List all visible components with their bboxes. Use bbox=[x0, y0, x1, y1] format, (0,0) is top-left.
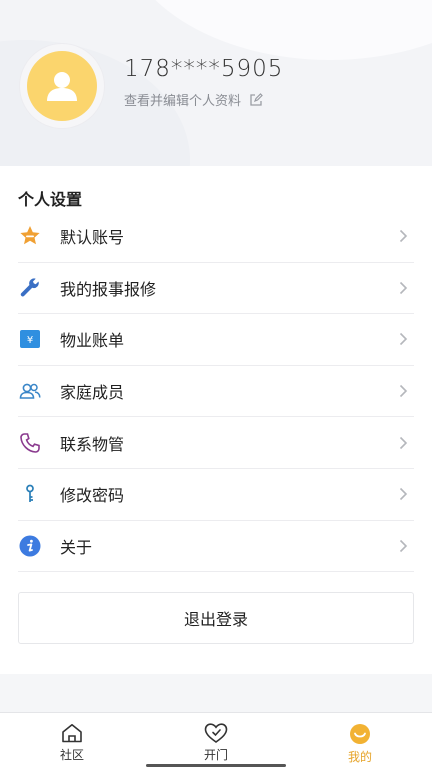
profile-header: 178****5905 查看并编辑个人资料 bbox=[0, 0, 432, 166]
menu-item-contact-management[interactable]: 联系物管 bbox=[18, 417, 414, 469]
menu-item-label: 默认账号 bbox=[60, 228, 125, 248]
chevron-right-icon bbox=[399, 436, 408, 449]
chevron-right-icon bbox=[399, 539, 408, 552]
menu-item-default-account[interactable]: 默认账号 bbox=[18, 211, 414, 263]
menu-item-about[interactable]: 关于 bbox=[18, 521, 414, 573]
svg-text:¥: ¥ bbox=[27, 335, 33, 346]
tab-open-door[interactable]: 开门 bbox=[144, 713, 288, 768]
profile-screen: 178****5905 查看并编辑个人资料 个人设置 默认账号 我的报事报修 ¥… bbox=[0, 0, 432, 768]
section-title: 个人设置 bbox=[18, 190, 83, 209]
menu-item-label: 我的报事报修 bbox=[60, 279, 157, 299]
chevron-right-icon bbox=[399, 333, 408, 346]
user-phone: 178****5905 bbox=[124, 56, 284, 82]
edit-profile-link[interactable]: 查看并编辑个人资料 bbox=[124, 90, 263, 109]
menu-item-property-bill[interactable]: ¥ 物业账单 bbox=[18, 314, 414, 366]
settings-menu: 默认账号 我的报事报修 ¥ 物业账单 家庭成员 联系物管 修改密码 关于 bbox=[18, 211, 414, 573]
logout-button[interactable]: 退出登录 bbox=[18, 592, 414, 644]
chevron-right-icon bbox=[399, 281, 408, 294]
phone-icon bbox=[18, 431, 42, 455]
menu-item-label: 物业账单 bbox=[60, 331, 125, 351]
header-decoration bbox=[120, 0, 432, 60]
menu-item-family-members[interactable]: 家庭成员 bbox=[18, 366, 414, 418]
chevron-right-icon bbox=[399, 488, 408, 501]
edit-icon bbox=[250, 92, 263, 106]
settings-card: 个人设置 默认账号 我的报事报修 ¥ 物业账单 家庭成员 联系物管 修改密码 关… bbox=[0, 166, 432, 674]
key-icon bbox=[18, 482, 42, 506]
avatar-circle bbox=[27, 51, 97, 121]
tab-label: 社区 bbox=[59, 748, 84, 762]
user-icon bbox=[47, 72, 77, 101]
info-icon bbox=[18, 534, 42, 558]
star-badge-icon bbox=[18, 224, 42, 248]
tab-mine[interactable]: 我的 bbox=[288, 713, 432, 768]
menu-item-repair[interactable]: 我的报事报修 bbox=[18, 263, 414, 315]
edit-profile-label: 查看并编辑个人资料 bbox=[124, 94, 242, 109]
bill-icon: ¥ bbox=[18, 327, 42, 351]
avatar[interactable] bbox=[20, 44, 104, 128]
tab-bar: 社区 开门 我的 bbox=[0, 712, 432, 768]
home-indicator bbox=[146, 764, 286, 767]
chevron-right-icon bbox=[399, 230, 408, 243]
wrench-icon bbox=[18, 276, 42, 300]
menu-item-label: 家庭成员 bbox=[60, 383, 125, 403]
menu-item-change-password[interactable]: 修改密码 bbox=[18, 469, 414, 521]
heart-key-icon bbox=[204, 723, 228, 743]
menu-item-label: 联系物管 bbox=[60, 434, 125, 454]
tab-community[interactable]: 社区 bbox=[0, 713, 144, 768]
menu-item-label: 修改密码 bbox=[60, 486, 125, 506]
menu-item-label: 关于 bbox=[60, 537, 93, 557]
chevron-right-icon bbox=[399, 385, 408, 398]
tab-label: 开门 bbox=[203, 748, 228, 762]
tab-label: 我的 bbox=[347, 750, 372, 764]
smile-icon bbox=[350, 724, 370, 744]
people-icon bbox=[18, 379, 42, 403]
home-icon bbox=[62, 724, 82, 743]
